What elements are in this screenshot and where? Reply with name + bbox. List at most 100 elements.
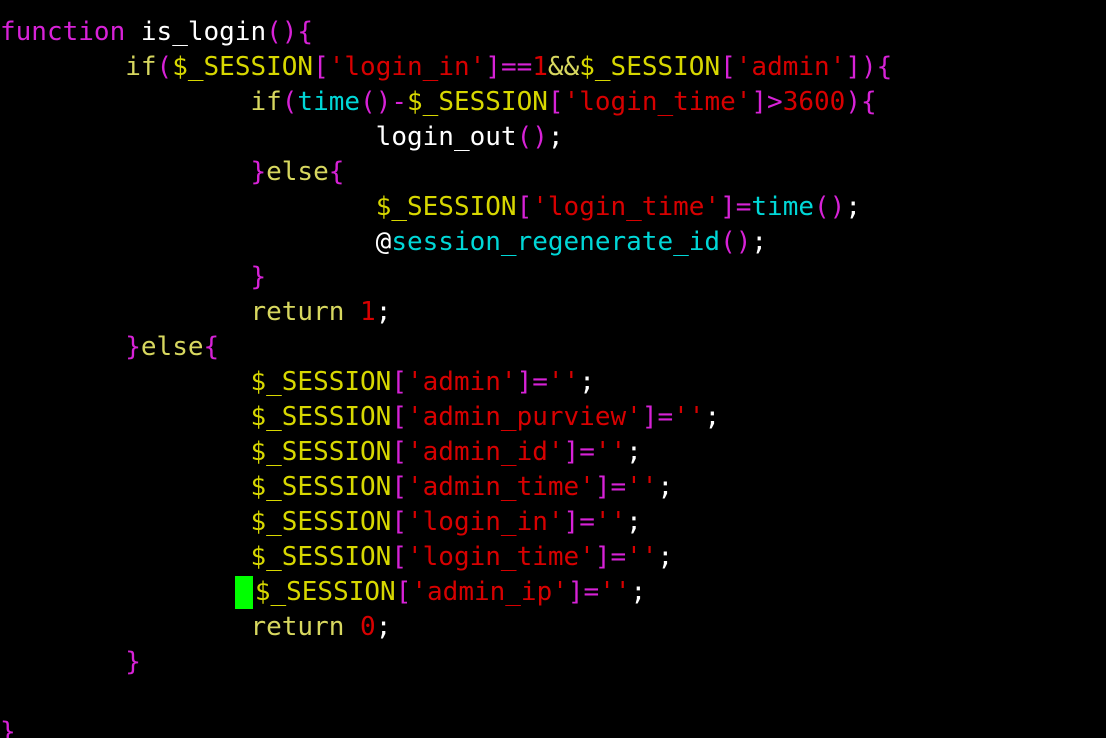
code-line[interactable]: }	[0, 715, 1106, 738]
code-text-token: @	[0, 227, 392, 257]
punctuation-token: (	[156, 52, 173, 82]
code-line[interactable]: }	[0, 260, 1106, 295]
code-line[interactable]: @session_regenerate_id();	[0, 225, 1106, 260]
code-line[interactable]: $_SESSION['login_in']='';	[0, 505, 1106, 540]
punctuation-token: {	[328, 157, 345, 187]
code-line[interactable]: $_SESSION['admin_purview']='';	[0, 400, 1106, 435]
string-token: ''	[594, 507, 627, 537]
semicolon-token: ;	[626, 437, 642, 467]
variable-token: $_SESSION	[250, 507, 392, 537]
punctuation-token: ]=	[516, 367, 548, 397]
punctuation-token: ]==	[485, 52, 533, 82]
punctuation-token: }	[250, 157, 267, 187]
semicolon-token: ;	[626, 507, 642, 537]
string-token: 'login_time'	[407, 542, 595, 572]
string-token: ''	[673, 402, 705, 432]
string-token: ''	[626, 472, 658, 502]
punctuation-token: [	[391, 542, 407, 572]
code-line[interactable]: $_SESSION['admin_ip']='';	[0, 575, 1106, 610]
semicolon-token: ;	[704, 402, 721, 432]
string-token: 'login_in'	[328, 52, 486, 82]
keyword-token: function	[0, 17, 126, 47]
number-token: 1	[360, 297, 376, 327]
control-keyword-token: return	[250, 612, 345, 642]
punctuation-token: ]=	[563, 437, 595, 467]
string-token: 'admin'	[407, 367, 517, 397]
code-editor[interactable]: function is_login(){ if($_SESSION['login…	[0, 0, 1106, 738]
punctuation-token: [	[395, 577, 412, 607]
punctuation-token: {	[203, 332, 220, 362]
variable-token: $_SESSION	[250, 402, 392, 432]
number-token: 3600	[782, 87, 846, 117]
punctuation-token: [	[391, 402, 407, 432]
punctuation-token: ]=	[594, 542, 627, 572]
punctuation-token: }	[250, 262, 267, 292]
code-line[interactable]: if($_SESSION['login_in']==1&&$_SESSION['…	[0, 50, 1106, 85]
number-token: 0	[360, 612, 376, 642]
control-keyword-token: if	[250, 87, 282, 117]
variable-token: $_SESSION	[579, 52, 721, 82]
semicolon-token: ;	[657, 472, 674, 502]
punctuation-token: [	[391, 367, 407, 397]
punctuation-token: ]=	[594, 472, 627, 502]
code-line[interactable]: return 0;	[0, 610, 1106, 645]
punctuation-token: [	[391, 507, 407, 537]
code-line[interactable]: $_SESSION['admin_id']='';	[0, 435, 1106, 470]
semicolon-token: ;	[579, 367, 595, 397]
punctuation-token: ()	[516, 122, 548, 152]
text-cursor	[234, 576, 253, 609]
string-token: 'admin'	[735, 52, 846, 82]
string-token: 'login_in'	[407, 507, 564, 537]
punctuation-token: ]>	[751, 87, 783, 117]
string-token: ''	[599, 577, 631, 607]
punctuation-token: ]=	[567, 577, 600, 607]
code-line[interactable]: $_SESSION['admin_time']='';	[0, 470, 1106, 505]
code-line[interactable]: if(time()-$_SESSION['login_time']>3600){	[0, 85, 1106, 120]
variable-token: $_SESSION	[250, 542, 392, 572]
code-text-token: login_out	[0, 122, 517, 152]
variable-token: $_SESSION	[375, 192, 517, 222]
string-token: 'admin_time'	[407, 472, 595, 502]
control-keyword-token: return	[250, 297, 345, 327]
semicolon-token: ;	[657, 542, 674, 572]
punctuation-token: ]){	[845, 52, 893, 82]
code-line[interactable]: }else{	[0, 155, 1106, 190]
punctuation-token: [	[391, 472, 407, 502]
punctuation-token: (	[281, 87, 298, 117]
code-line[interactable]: function is_login(){	[0, 15, 1106, 50]
punctuation-token: (){	[266, 17, 314, 47]
code-line[interactable]	[0, 680, 1106, 715]
variable-token: $_SESSION	[254, 577, 396, 607]
variable-token: $_SESSION	[172, 52, 314, 82]
string-token: ''	[547, 367, 580, 397]
code-line[interactable]: $_SESSION['login_time']=time();	[0, 190, 1106, 225]
code-line[interactable]: $_SESSION['admin']='';	[0, 365, 1106, 400]
code-line[interactable]: login_out();	[0, 120, 1106, 155]
semicolon-token: ;	[547, 122, 564, 152]
code-text-token: is_login	[125, 17, 267, 47]
code-line[interactable]: return 1;	[0, 295, 1106, 330]
semicolon-token: ;	[375, 297, 392, 327]
semicolon-token: ;	[751, 227, 768, 257]
punctuation-token: }	[125, 332, 141, 362]
punctuation-token: [	[391, 437, 407, 467]
semicolon-token: ;	[845, 192, 861, 222]
code-line[interactable]: }	[0, 645, 1106, 680]
punctuation-token: ()	[814, 192, 846, 222]
code-line[interactable]: $_SESSION['login_time']='';	[0, 540, 1106, 575]
variable-token: $_SESSION	[407, 87, 548, 117]
code-line[interactable]: }else{	[0, 330, 1106, 365]
punctuation-token: [	[516, 192, 533, 222]
string-token: 'login_time'	[532, 192, 721, 222]
